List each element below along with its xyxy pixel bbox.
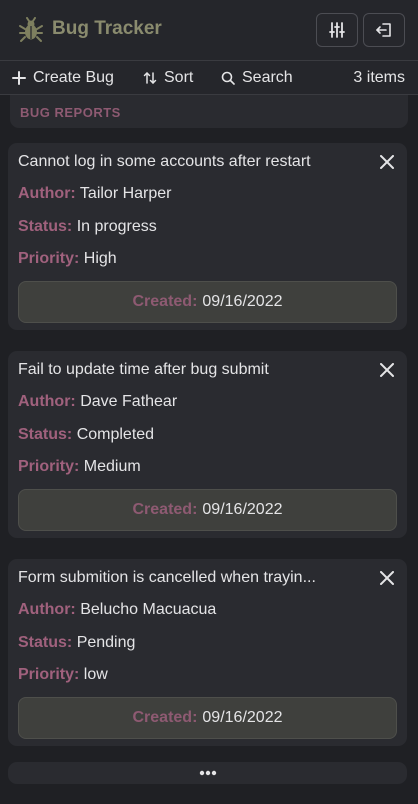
author-label: Author:	[18, 393, 76, 410]
logout-icon	[376, 23, 391, 37]
sort-arrows-icon	[143, 72, 157, 84]
sort-label: Sort	[164, 69, 194, 86]
close-icon[interactable]	[380, 363, 394, 377]
bug-title: Cannot log in some accounts after restar…	[18, 153, 311, 170]
author-field: Author: Tailor Harper	[18, 185, 172, 203]
author-value: Dave Fathear	[80, 393, 178, 410]
author-label: Author:	[18, 185, 76, 202]
status-value: Completed	[76, 426, 155, 443]
toolbar: Create Bug Sort Search 3 items	[0, 60, 418, 95]
app-header: Bug Tracker	[0, 0, 418, 60]
close-icon[interactable]	[380, 155, 394, 169]
status-label: Status:	[18, 426, 73, 443]
create-bug-label: Create Bug	[33, 69, 114, 86]
create-bug-button[interactable]: Create Bug	[12, 68, 114, 88]
author-label: Author:	[18, 601, 76, 618]
filter-settings-button[interactable]	[316, 13, 358, 47]
author-field: Author: Dave Fathear	[18, 393, 177, 411]
created-label: Created:	[132, 501, 198, 518]
bug-card[interactable]: Form submition is cancelled when trayin.…	[8, 559, 407, 746]
status-value: In progress	[76, 218, 157, 235]
author-value: Belucho Macuacua	[80, 601, 217, 618]
author-value: Tailor Harper	[79, 185, 172, 202]
priority-field: Priority: High	[18, 250, 117, 268]
created-label: Created:	[132, 293, 198, 310]
app-title: Bug Tracker	[52, 18, 162, 39]
created-date: Created: 09/16/2022	[18, 697, 397, 739]
created-value: 09/16/2022	[202, 501, 283, 518]
created-value: 09/16/2022	[202, 293, 283, 310]
logout-button[interactable]	[363, 13, 405, 47]
bug-card[interactable]: Cannot log in some accounts after restar…	[8, 143, 407, 330]
bug-card[interactable]: Fail to update time after bug submit Aut…	[8, 351, 407, 538]
bug-title: Form submition is cancelled when trayin.…	[18, 569, 316, 586]
priority-value: low	[83, 666, 108, 683]
close-icon[interactable]	[380, 571, 394, 585]
sliders-icon	[329, 22, 345, 38]
priority-field: Priority: Medium	[18, 458, 141, 476]
bug-title: Fail to update time after bug submit	[18, 361, 269, 378]
status-field: Status: In progress	[18, 218, 157, 236]
section-label: BUG REPORTS	[20, 105, 121, 120]
more-dots-icon	[199, 770, 216, 776]
created-label: Created:	[132, 709, 198, 726]
created-date: Created: 09/16/2022	[18, 489, 397, 531]
priority-field: Priority: low	[18, 666, 108, 684]
item-count: 3 items	[353, 69, 405, 86]
plus-icon	[12, 71, 26, 85]
created-date: Created: 09/16/2022	[18, 281, 397, 323]
priority-label: Priority:	[18, 250, 80, 267]
status-label: Status:	[18, 634, 73, 651]
status-field: Status: Completed	[18, 426, 154, 444]
search-button[interactable]: Search	[221, 68, 293, 88]
load-more-button[interactable]	[8, 762, 407, 784]
status-field: Status: Pending	[18, 634, 135, 652]
priority-value: Medium	[83, 458, 141, 475]
priority-label: Priority:	[18, 666, 80, 683]
status-label: Status:	[18, 218, 73, 235]
priority-label: Priority:	[18, 458, 80, 475]
bug-reports-header: BUG REPORTS	[10, 95, 408, 128]
author-field: Author: Belucho Macuacua	[18, 601, 216, 619]
created-value: 09/16/2022	[202, 709, 283, 726]
search-label: Search	[242, 69, 293, 86]
bug-icon	[19, 17, 43, 42]
search-icon	[221, 71, 235, 85]
sort-button[interactable]: Sort	[143, 68, 193, 88]
status-value: Pending	[76, 634, 136, 651]
priority-value: High	[83, 250, 117, 267]
